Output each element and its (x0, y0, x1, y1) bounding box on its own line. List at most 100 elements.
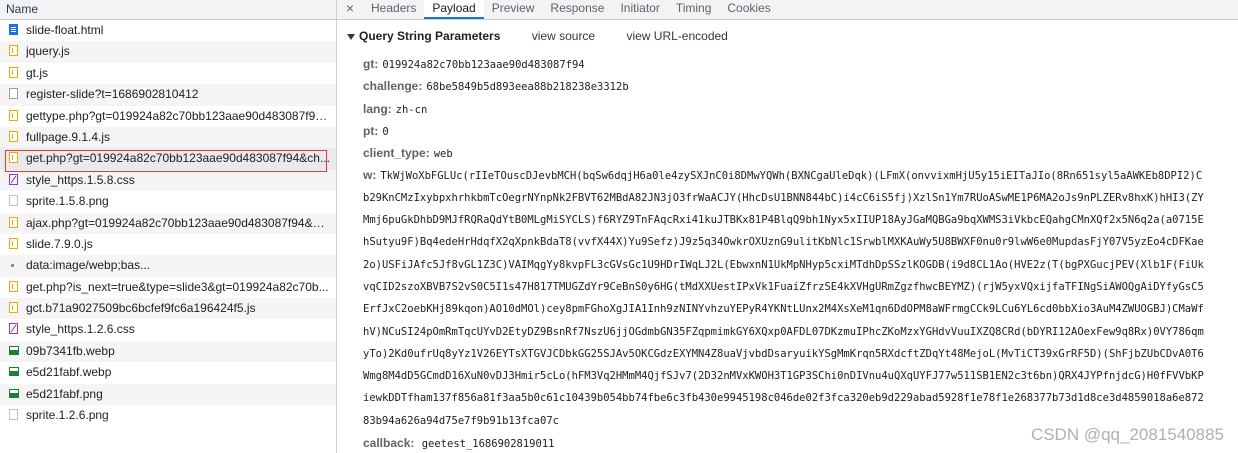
w-value-text: Mmj6puGkDhbD9MJfRQRaQdYtB0MLgMiSYCLS)f6R… (363, 214, 1204, 227)
w-value-line: ErfJxC2oebKHj89kqon)AO10dMOl)cey8pmFGhoX… (347, 298, 1238, 320)
script-icon (9, 280, 18, 292)
param-key: lang: (363, 101, 392, 116)
request-name: e5d21fabf.png (26, 386, 103, 401)
tab-preview[interactable]: Preview (484, 0, 543, 19)
request-name: style_https.1.5.8.css (26, 172, 135, 187)
tab-initiator[interactable]: Initiator (612, 0, 667, 19)
w-value-line: hV)NCuSI24pOmRmTqcUYvD2EtyDZ9BsnRf7NszU6… (347, 321, 1238, 343)
tab-list: Headers Payload Preview Response Initiator Ti… (363, 0, 779, 19)
image-icon (9, 195, 18, 207)
param-key: client_type: (363, 146, 430, 161)
tab-headers[interactable]: Headers (363, 0, 424, 19)
request-name: fullpage.9.1.4.js (26, 129, 111, 144)
script-icon (9, 152, 18, 164)
w-value-line: vqCID2szoXBVB7S2vS0C5I1s47H817TMUGZdYr9C… (347, 276, 1238, 298)
tab-response[interactable]: Response (542, 0, 612, 19)
request-rows: slide-float.html jquery.js gt.js register-s… (0, 20, 336, 426)
w-value-text: TkWjWoXbFGLUc(rIIeTOuscDJevbMCH(bqSw6dqj… (380, 170, 1203, 183)
tab-payload[interactable]: Payload (424, 0, 484, 19)
details-panel: × Headers Payload Preview Response Initiator… (337, 0, 1238, 453)
request-row[interactable]: gettype.php?gt=019924a82c70bb123aae90d48… (0, 106, 336, 127)
request-row[interactable]: sprite.1.2.6.png (0, 405, 336, 426)
image-icon (9, 388, 19, 398)
w-value-line: Wmg8M4dD5GCmdD16XuN0vDJ3Hmir5cLo(hFM3Vq2… (347, 365, 1238, 387)
request-name: gettype.php?gt=019924a82c70bb123aae90d48… (26, 108, 330, 123)
request-name: jquery.js (26, 44, 70, 59)
tab-timing[interactable]: Timing (668, 0, 720, 19)
request-name: sprite.1.2.6.png (26, 408, 109, 423)
request-row[interactable]: jquery.js (0, 41, 336, 63)
request-name: get.php?is_next=true&type=slide3&gt=0199… (26, 279, 329, 294)
request-row[interactable]: e5d21fabf.webp (0, 362, 336, 383)
w-value-text: b29KnCMzIxybpxhrhkbmTcOegrNYnpNk2FBVT62M… (363, 191, 1204, 204)
request-row[interactable]: slide-float.html (0, 20, 336, 41)
param-value: web (433, 148, 453, 161)
expand-triangle-icon[interactable] (347, 33, 355, 40)
w-value-text: ErfJxC2oebKHj89kqon)AO10dMOl)cey8pmFGhoX… (363, 303, 1204, 316)
w-value-text: hSutyu9F)Bq4edeHrHdqfX2qXpnkBdaT8(vvfX44… (363, 236, 1204, 249)
image-icon (9, 367, 19, 377)
request-row[interactable]: get.php?gt=019924a82c70bb123aae90d483087… (0, 148, 336, 170)
query-string-section-header[interactable]: Query String Parameters view source view… (347, 20, 1238, 53)
w-value-text: yTo)2Kd0ufrUq8yYz1V26EYTsXTGVJCDbkGG25SJ… (363, 347, 1204, 360)
view-source-link[interactable]: view source (532, 29, 595, 43)
section-title: Query String Parameters (359, 29, 501, 43)
w-value-line: iewkDDTfham137f856a81f3aa5b0c61c10439b05… (347, 387, 1238, 409)
param-value: geetest_1686902819011 (421, 438, 555, 451)
request-row[interactable]: e5d21fabf.png (0, 383, 336, 406)
request-name: get.php?gt=019924a82c70bb123aae90d483087… (26, 151, 330, 166)
request-name: slide.7.9.0.js (26, 236, 93, 251)
request-row[interactable]: slide.7.9.0.js (0, 234, 336, 255)
request-row[interactable]: gct.b71a9027509bc6bcfef9fc6a196424f5.js (0, 298, 336, 320)
param-key: callback: (363, 436, 415, 451)
stylesheet-icon (9, 173, 18, 185)
request-name: gct.b71a9027509bc6bcfef9fc6a196424f5.js (26, 301, 256, 316)
image-icon (9, 409, 18, 421)
request-row[interactable]: fullpage.9.1.4.js (0, 126, 336, 149)
w-value-line: yTo)2Kd0ufrUq8yYz1V26EYTsXTGVJCDbkGG25SJ… (347, 343, 1238, 365)
script-icon (9, 45, 18, 57)
name-column-header[interactable]: Name (0, 0, 336, 20)
param-value: 0 (382, 125, 389, 138)
w-value-text: vqCID2szoXBVB7S2vS0C5I1s47H817TMUGZdYr9C… (363, 280, 1204, 293)
data-icon (11, 264, 14, 268)
w-value-line: 2o)USFiJAfc5Jf8vGL1Z3C)VAIMqgYy8kvpFL3cG… (347, 254, 1238, 276)
w-value-line: b29KnCMzIxybpxhrhkbmTcOegrNYnpNk2FBVT62M… (347, 187, 1238, 209)
w-value-text: iewkDDTfham137f856a81f3aa5b0c61c10439b05… (363, 392, 1204, 405)
request-name: data:image/webp;bas... (26, 258, 151, 273)
request-row[interactable]: gt.js (0, 63, 336, 84)
param-key: w: (363, 168, 377, 183)
parameter-list: gt: 019924a82c70bb123aae90d483087f94 chall… (347, 53, 1238, 164)
tab-cookies[interactable]: Cookies (719, 0, 778, 19)
request-row[interactable]: style_https.1.2.6.css (0, 319, 336, 340)
request-row[interactable]: sprite.1.5.8.png (0, 191, 336, 212)
w-parameter: w: TkWjWoXbFGLUc(rIIeTOuscDJevbMCH(bqSw6d… (347, 164, 1238, 432)
w-value-line: Mmj6puGkDhbD9MJfRQRaQdYtB0MLgMiSYCLS)f6R… (347, 209, 1238, 231)
w-value-text: 83b94a626a94d75e7f9b91b13fca07c (363, 414, 559, 427)
param-value: 019924a82c70bb123aae90d483087f94 (382, 59, 585, 71)
request-row[interactable]: register-slide?t=1686902810412 (0, 84, 336, 106)
param-value: 68be5849b5d893eea88b218238e3312b (426, 81, 629, 94)
request-row[interactable]: ajax.php?gt=019924a82c70bb123aae90d48308… (0, 212, 336, 234)
w-value-text: hV)NCuSI24pOmRmTqcUYvD2EtyDZ9BsnRf7NszU6… (363, 325, 1204, 338)
w-value-line: w: TkWjWoXbFGLUc(rIIeTOuscDJevbMCH(bqSw6d… (347, 164, 1238, 186)
script-icon (9, 109, 18, 121)
script-icon (9, 66, 18, 78)
param-value: zh-cn (395, 103, 428, 116)
request-name: 09b7341fb.webp (26, 343, 115, 358)
request-name: register-slide?t=1686902810412 (26, 87, 199, 102)
payload-view: Query String Parameters view source view… (337, 20, 1238, 453)
request-row[interactable]: 09b7341fb.webp (0, 340, 336, 363)
script-icon (9, 216, 18, 228)
close-icon[interactable]: × (343, 0, 357, 19)
view-url-encoded-link[interactable]: view URL-encoded (626, 29, 727, 43)
parameter-row: lang: zh-cn (347, 98, 1238, 120)
request-row[interactable]: data:image/webp;bas... (0, 255, 336, 277)
parameter-row: gt: 019924a82c70bb123aae90d483087f94 (347, 53, 1238, 75)
watermark: CSDN @qq_2081540885 (1030, 425, 1224, 444)
script-icon (9, 302, 18, 314)
request-name: sprite.1.5.8.png (26, 194, 109, 209)
w-value-text: 2o)USFiJAfc5Jf8vGL1Z3C)VAIMqgYy8kvpFL3cG… (363, 258, 1204, 271)
request-row[interactable]: get.php?is_next=true&type=slide3&gt=0199… (0, 277, 336, 298)
request-row[interactable]: style_https.1.5.8.css (0, 169, 336, 192)
